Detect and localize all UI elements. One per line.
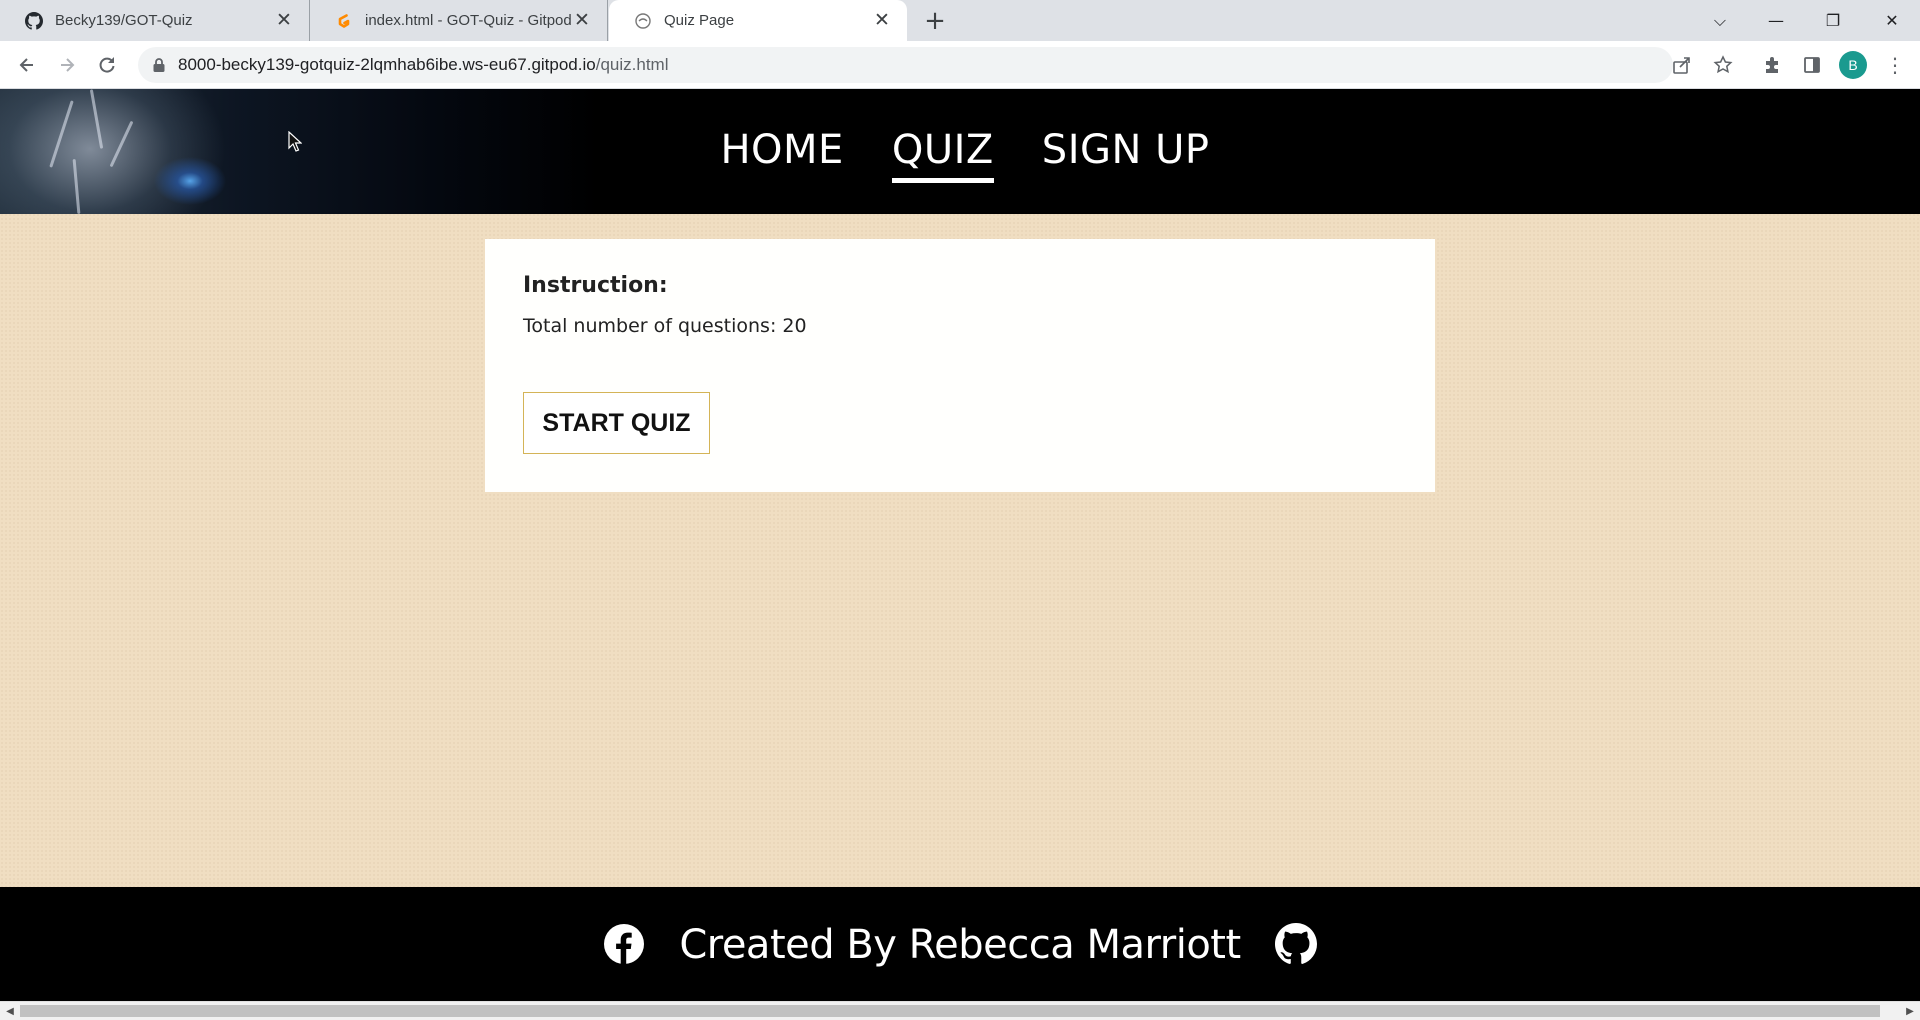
profile-avatar[interactable]: B: [1839, 51, 1867, 79]
tab-title: Quiz Page: [664, 12, 735, 29]
page-icon: [634, 12, 652, 30]
browser-toolbar: 8000-becky139-gotquiz-2lqmhab6ibe.ws-eu6…: [0, 41, 1920, 89]
new-tab-button[interactable]: +: [920, 6, 950, 36]
restore-icon[interactable]: ❐: [1805, 0, 1861, 41]
browser-menu-icon[interactable]: ⋮: [1880, 50, 1910, 80]
scroll-left-icon[interactable]: ◀: [2, 1004, 18, 1018]
nav-link-quiz[interactable]: QUIZ: [891, 127, 994, 183]
quiz-card: Instruction: Total number of questions: …: [485, 239, 1435, 492]
minimize-icon[interactable]: —: [1748, 0, 1804, 41]
gitpod-icon: [335, 12, 353, 30]
browser-tab-strip: Becky139/GOT-Quiz ✕ index.html - GOT-Qui…: [0, 0, 1920, 41]
window-close-icon[interactable]: ✕: [1864, 0, 1920, 41]
bookmark-star-icon[interactable]: [1708, 50, 1738, 80]
reload-icon[interactable]: [92, 50, 122, 80]
url-path: /quiz.html: [595, 55, 669, 74]
horizontal-scrollbar[interactable]: ◀ ▶: [0, 1001, 1920, 1020]
footer-credit: Created By Rebecca Marriott: [679, 922, 1241, 968]
tab-search-icon[interactable]: ⌵: [1692, 0, 1748, 41]
share-icon[interactable]: [1667, 50, 1697, 80]
site-footer: Created By Rebecca Marriott: [0, 887, 1920, 1001]
facebook-icon[interactable]: [603, 923, 645, 965]
page-viewport: HOME QUIZ SIGN UP Instruction: Total num…: [0, 89, 1920, 1001]
browser-tab-quiz-page[interactable]: Quiz Page ✕: [609, 0, 907, 41]
close-tab-icon[interactable]: ✕: [273, 10, 295, 32]
address-bar[interactable]: 8000-becky139-gotquiz-2lqmhab6ibe.ws-eu6…: [138, 47, 1673, 83]
tab-title: index.html - GOT-Quiz - Gitpod C: [365, 12, 571, 29]
extensions-icon[interactable]: [1757, 50, 1787, 80]
browser-tab-gitpod[interactable]: index.html - GOT-Quiz - Gitpod C ✕: [310, 0, 608, 41]
forward-icon[interactable]: [52, 50, 82, 80]
lock-icon[interactable]: [152, 57, 166, 73]
github-icon: [25, 11, 43, 30]
scrollbar-thumb[interactable]: [20, 1005, 1880, 1017]
close-tab-icon[interactable]: ✕: [571, 10, 593, 32]
question-count: Total number of questions: 20: [523, 315, 807, 337]
url-host: 8000-becky139-gotquiz-2lqmhab6ibe.ws-eu6…: [178, 55, 596, 74]
browser-tab-github[interactable]: Becky139/GOT-Quiz ✕: [0, 0, 310, 41]
close-tab-icon[interactable]: ✕: [871, 10, 893, 32]
scroll-right-icon[interactable]: ▶: [1902, 1004, 1918, 1018]
github-icon[interactable]: [1274, 923, 1317, 965]
start-quiz-button[interactable]: START QUIZ: [523, 392, 710, 454]
side-panel-icon[interactable]: [1797, 50, 1827, 80]
instruction-heading: Instruction:: [523, 273, 668, 298]
tab-title: Becky139/GOT-Quiz: [55, 12, 193, 29]
nav-link-home[interactable]: HOME: [720, 127, 843, 177]
back-icon[interactable]: [12, 50, 42, 80]
nav-link-sign-up[interactable]: SIGN UP: [1042, 127, 1210, 177]
mouse-cursor-icon: [288, 131, 302, 152]
